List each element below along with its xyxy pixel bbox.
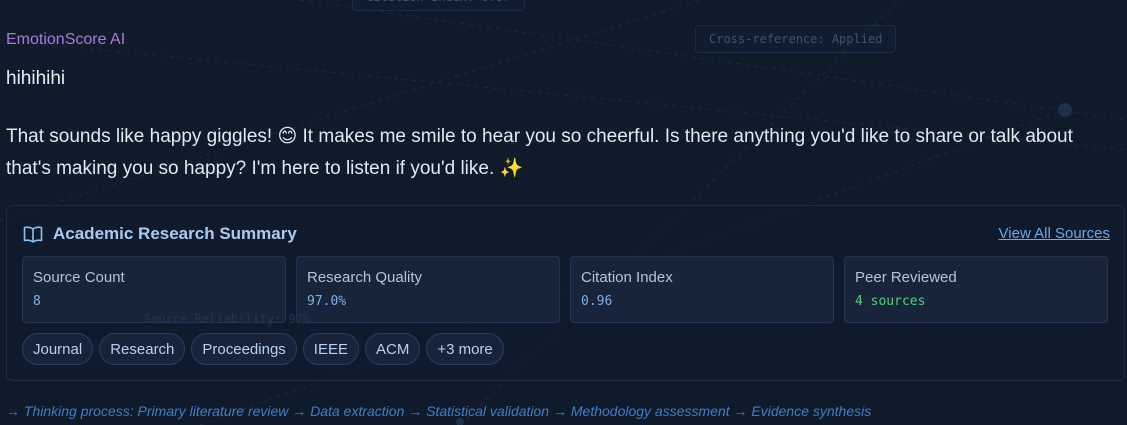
tag-journal[interactable]: Journal <box>22 333 94 365</box>
stat-label: Source Count <box>33 269 125 286</box>
tag-proceedings[interactable]: Proceedings <box>191 333 297 365</box>
tag-acm[interactable]: ACM <box>364 333 421 365</box>
assistant-reply: That sounds like happy giggles! 😊 It mak… <box>6 126 1073 179</box>
thinking-process: → Thinking process: Primary literature r… <box>6 403 872 419</box>
stat-label: Citation Index <box>581 269 673 286</box>
stat-label: Research Quality <box>307 269 423 286</box>
card-header: Academic Research Summary <box>23 224 297 244</box>
stat-value: 8 <box>33 294 41 309</box>
book-open-icon <box>23 225 43 243</box>
stat-value: 4 sources <box>855 294 926 309</box>
stat-research-quality: Research Quality 97.0% <box>296 256 560 323</box>
sender-name: EmotionScore AI <box>6 31 126 48</box>
bg-source-reliability-tag: Source Reliability: 92% <box>144 312 311 326</box>
stat-citation-index: Citation Index 0.96 <box>570 256 834 323</box>
stat-label: Peer Reviewed <box>855 269 957 286</box>
tag-more[interactable]: +3 more <box>426 333 504 365</box>
stat-value: 0.96 <box>581 294 613 309</box>
view-all-sources-link[interactable]: View All Sources <box>999 225 1110 242</box>
stat-peer-reviewed: Peer Reviewed 4 sources <box>844 256 1108 323</box>
tag-ieee[interactable]: IEEE <box>302 333 359 365</box>
research-summary-card: Source Reliability: 92% Academic Researc… <box>6 205 1125 381</box>
tag-research[interactable]: Research <box>99 333 186 365</box>
chat-message: EmotionScore AI hihihihi That sounds lik… <box>0 0 1127 425</box>
card-title: Academic Research Summary <box>53 224 297 243</box>
user-message: hihihihi <box>6 68 66 89</box>
source-tags: Journal Research Proceedings IEEE ACM +3… <box>22 333 504 365</box>
stat-value: 97.0% <box>307 294 347 309</box>
